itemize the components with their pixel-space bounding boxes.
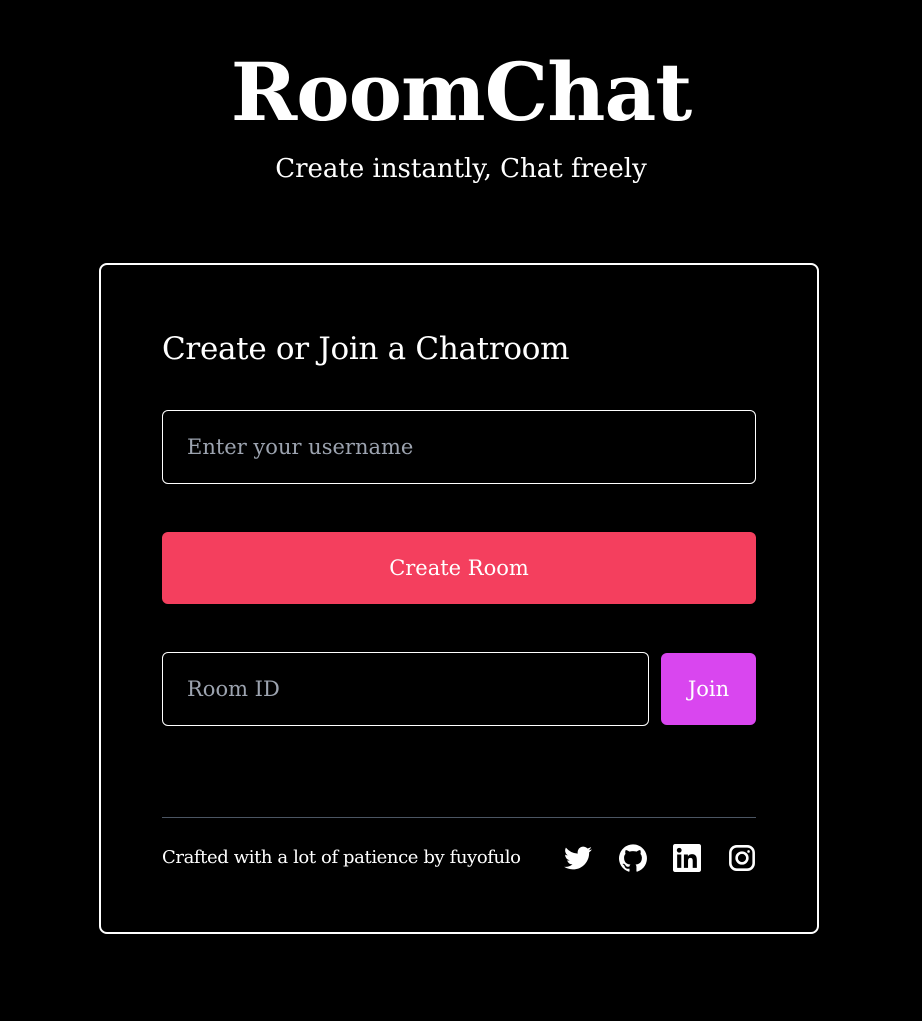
credit-text: Crafted with a lot of patience by fuyofu… xyxy=(162,847,521,868)
app-title: RoomChat xyxy=(230,45,692,139)
card-heading: Create or Join a Chatroom xyxy=(162,331,570,367)
linkedin-link[interactable] xyxy=(672,843,702,873)
chatroom-card: Create or Join a Chatroom Create Room Jo… xyxy=(99,263,819,934)
app-tagline: Create instantly, Chat freely xyxy=(275,154,647,184)
room-id-input[interactable] xyxy=(162,652,649,726)
twitter-icon xyxy=(564,844,592,872)
username-input[interactable] xyxy=(162,410,756,484)
linkedin-icon xyxy=(673,844,702,872)
social-links xyxy=(563,843,757,873)
join-button[interactable]: Join xyxy=(661,653,756,725)
footer-divider xyxy=(162,817,756,818)
instagram-link[interactable] xyxy=(727,843,757,873)
github-icon xyxy=(618,844,647,872)
instagram-icon xyxy=(728,844,756,872)
twitter-link[interactable] xyxy=(563,843,593,873)
github-link[interactable] xyxy=(618,843,648,873)
create-room-button[interactable]: Create Room xyxy=(162,532,756,604)
